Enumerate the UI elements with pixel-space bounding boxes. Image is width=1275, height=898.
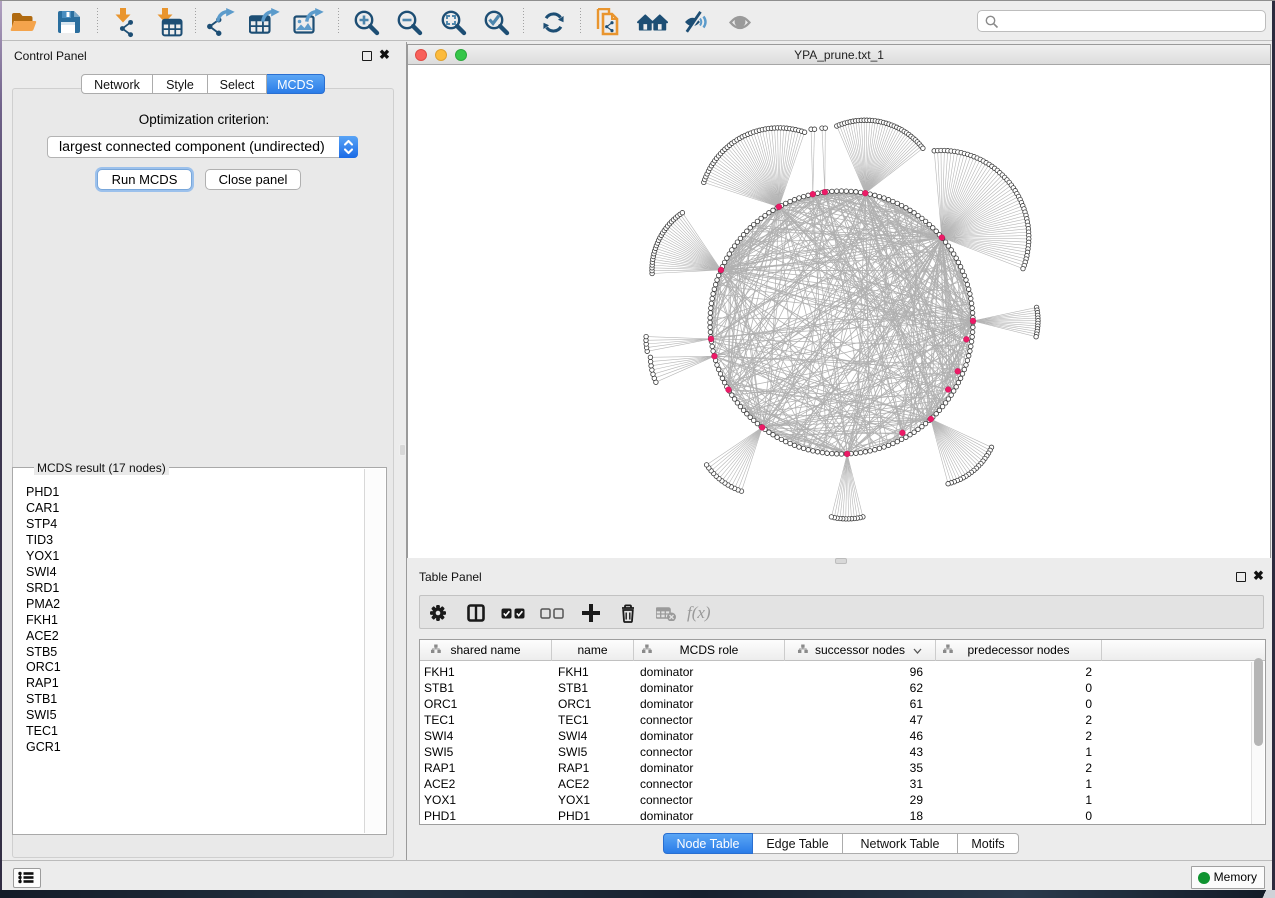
svg-text:f(x): f(x) bbox=[687, 603, 711, 622]
